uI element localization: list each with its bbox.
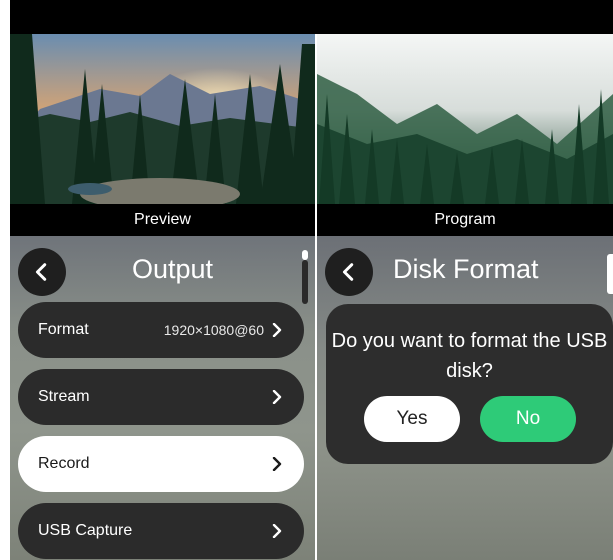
program-label: Program <box>317 204 613 236</box>
menu-item-label: Stream <box>38 388 90 405</box>
disk-format-title: Disk Format <box>393 254 539 284</box>
chevron-left-icon <box>35 263 47 281</box>
output-menu: Output Format 1920×1080@60 Stream Record <box>10 236 315 560</box>
preview-label: Preview <box>10 204 315 236</box>
top-black-bar <box>10 0 613 34</box>
preview-video <box>10 34 315 204</box>
multiview-screen: Preview Output Format 1920×1080@60 Strea… <box>0 0 613 560</box>
chevron-left-icon <box>342 263 354 281</box>
yes-button[interactable]: Yes <box>364 396 460 442</box>
scroll-indicator <box>607 254 613 294</box>
menu-item-usb-capture[interactable]: USB Capture <box>18 503 304 559</box>
chevron-right-icon <box>272 323 282 337</box>
format-confirm-dialog: Do you want to format the USB disk? Yes … <box>326 304 613 464</box>
menu-item-record[interactable]: Record <box>18 436 304 492</box>
output-title: Output <box>132 254 214 284</box>
format-value: 1920×1080@60 <box>163 322 264 338</box>
program-video <box>317 34 613 204</box>
output-scrollbar[interactable] <box>302 250 308 304</box>
menu-item-stream[interactable]: Stream <box>18 369 304 425</box>
chevron-right-icon <box>272 524 282 538</box>
chevron-right-icon <box>272 457 282 471</box>
menu-item-label: USB Capture <box>38 522 133 539</box>
menu-item-label: Record <box>38 455 90 472</box>
disk-format-back-button[interactable] <box>325 248 373 296</box>
no-button[interactable]: No <box>480 396 576 442</box>
chevron-right-icon <box>272 390 282 404</box>
menu-item-label: Format <box>38 321 89 338</box>
dialog-question: Do you want to format the USB disk? <box>331 330 608 382</box>
preview-pane: Preview Output Format 1920×1080@60 Strea… <box>10 34 315 560</box>
menu-item-format[interactable]: Format 1920×1080@60 <box>18 302 304 358</box>
program-pane: Program Disk Format Do you want to forma… <box>317 34 613 560</box>
output-back-button[interactable] <box>18 248 66 296</box>
